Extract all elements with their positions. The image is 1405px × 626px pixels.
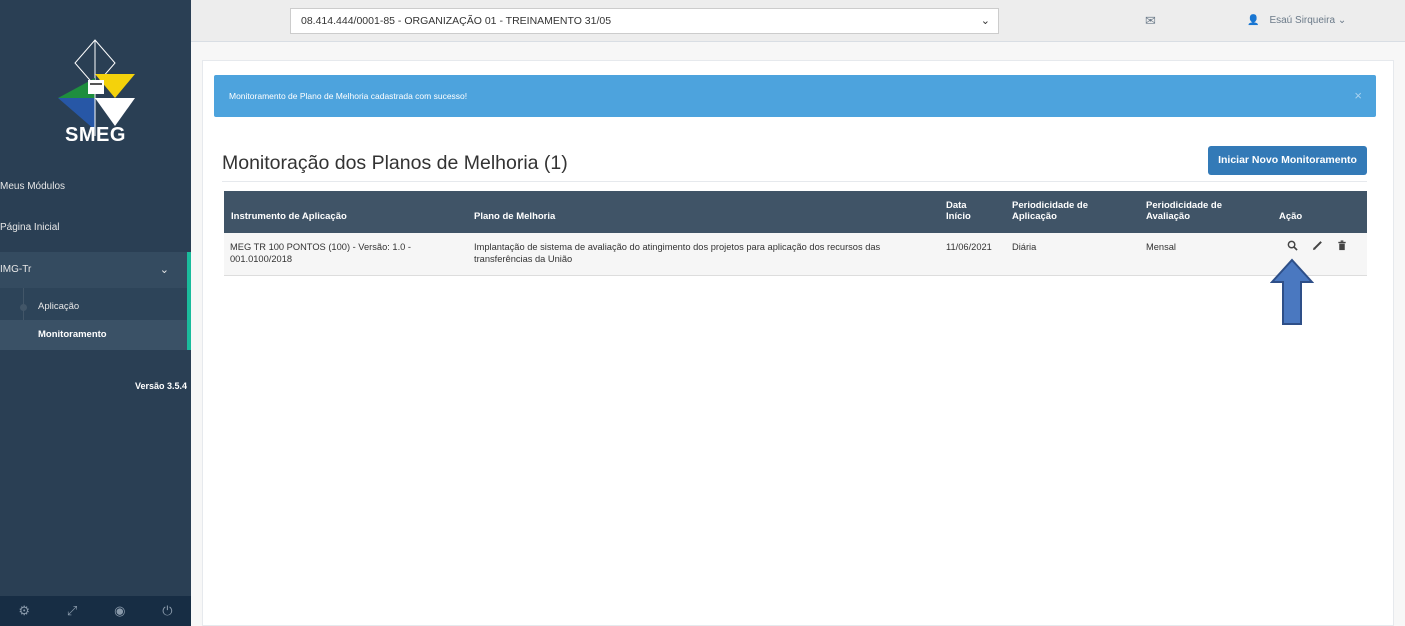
submenu-item-monitoramento[interactable]: Monitoramento bbox=[0, 320, 187, 350]
column-header: Periodicidade de Avaliação bbox=[1146, 200, 1223, 222]
submenu: Aplicação Monitoramento bbox=[0, 288, 191, 350]
search-icon[interactable] bbox=[1287, 240, 1298, 254]
organization-select[interactable]: 08.414.444/0001-85 - ORGANIZAÇÃO 01 - TR… bbox=[290, 8, 999, 34]
gear-icon[interactable]: ⚙ bbox=[18, 603, 30, 619]
fullscreen-icon[interactable]: ⤢ bbox=[67, 603, 77, 619]
logo-text: SMEG bbox=[65, 124, 126, 146]
sidebar-item-label: IMG-Tr bbox=[0, 264, 32, 275]
table-header: Instrumento de Aplicação Plano de Melhor… bbox=[224, 191, 1367, 233]
submenu-item-aplicacao[interactable]: Aplicação bbox=[0, 292, 187, 322]
column-header: Plano de Melhoria bbox=[474, 211, 556, 222]
user-icon: 👤 bbox=[1247, 15, 1260, 26]
cell-per-aplicacao: Diária bbox=[1012, 242, 1037, 252]
close-icon[interactable]: × bbox=[1354, 75, 1362, 117]
sidebar: SMEG Meus Módulos Página Inicial IMG-Tr … bbox=[0, 0, 191, 626]
column-header: Periodicidade de Aplicação bbox=[1012, 200, 1089, 222]
divider bbox=[222, 181, 1367, 182]
sidebar-item-meus-modulos[interactable]: Meus Módulos bbox=[0, 181, 191, 195]
cell-instrumento: MEG TR 100 PONTOS (100) - Versão: 1.0 - … bbox=[230, 242, 412, 264]
table-row: MEG TR 100 PONTOS (100) - Versão: 1.0 - … bbox=[224, 233, 1367, 276]
row-actions bbox=[1287, 240, 1347, 254]
column-header: Instrumento de Aplicação bbox=[231, 211, 347, 222]
sidebar-footer: ⚙ ⤢ ◉ ⏻ bbox=[0, 596, 191, 626]
sidebar-item-img-tr[interactable]: IMG-Tr ⌄ bbox=[0, 252, 191, 288]
column-header: Data Início bbox=[946, 200, 971, 222]
organization-value: 08.414.444/0001-85 - ORGANIZAÇÃO 01 - TR… bbox=[301, 15, 612, 27]
sidebar-item-label: Meus Módulos bbox=[0, 181, 66, 192]
version-label: Versão 3.5.4 bbox=[134, 381, 187, 391]
column-header: Ação bbox=[1279, 211, 1303, 222]
cell-plano: Implantação de sistema de avaliação do a… bbox=[474, 242, 881, 264]
cell-data-inicio: 11/06/2021 bbox=[946, 242, 992, 252]
top-bar: 08.414.444/0001-85 - ORGANIZAÇÃO 01 - TR… bbox=[191, 0, 1405, 42]
new-monitoring-button[interactable]: Iniciar Novo Monitoramento bbox=[1208, 146, 1367, 175]
trash-icon[interactable] bbox=[1337, 240, 1347, 254]
success-alert: Monitoramento de Plano de Melhoria cadas… bbox=[214, 75, 1376, 117]
chevron-down-icon: ⌄ bbox=[980, 15, 990, 27]
sidebar-item-label: Página Inicial bbox=[0, 222, 60, 233]
user-menu[interactable]: 👤 Esaú Sirqueira ⌄ bbox=[1247, 15, 1346, 26]
sidebar-item-pagina-inicial[interactable]: Página Inicial bbox=[0, 222, 191, 236]
chevron-down-icon: ⌄ bbox=[1337, 15, 1347, 26]
eye-slash-icon[interactable]: ◉ bbox=[114, 603, 125, 619]
power-icon[interactable]: ⏻ bbox=[162, 603, 172, 619]
annotation-arrow-icon bbox=[1270, 258, 1314, 325]
cell-per-avaliacao: Mensal bbox=[1146, 242, 1176, 252]
page-title: Monitoração dos Planos de Melhoria (1) bbox=[222, 152, 568, 174]
content-panel bbox=[202, 60, 1394, 626]
envelope-icon[interactable]: ✉ bbox=[1145, 13, 1156, 29]
pencil-icon[interactable] bbox=[1312, 240, 1323, 254]
alert-message: Monitoramento de Plano de Melhoria cadas… bbox=[229, 91, 468, 101]
user-name: Esaú Sirqueira bbox=[1269, 15, 1336, 26]
chevron-down-icon: ⌄ bbox=[159, 264, 169, 276]
